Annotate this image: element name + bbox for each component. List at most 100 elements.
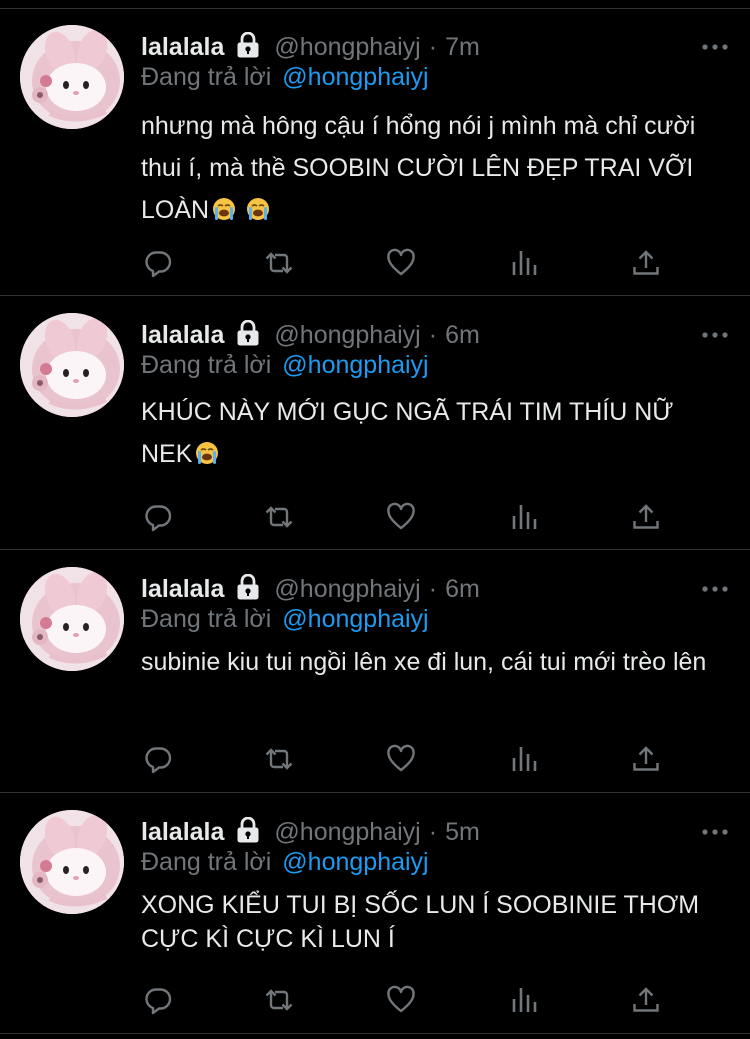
tweet[interactable]: lalalala @hongphaiyj · 6m Đang trả lời @… <box>0 297 750 550</box>
tweet[interactable]: lalalala @hongphaiyj · 6m Đang trả lời @… <box>0 551 750 793</box>
retweet-icon <box>264 985 294 1015</box>
avatar[interactable] <box>20 810 124 914</box>
display-name[interactable]: lalalala <box>141 575 224 604</box>
views-button[interactable] <box>506 245 542 281</box>
retweet-button[interactable] <box>261 741 297 777</box>
share-button[interactable] <box>628 741 664 777</box>
separator: · <box>428 574 438 603</box>
retweet-button[interactable] <box>261 499 297 535</box>
separator: · <box>428 817 438 846</box>
share-icon <box>631 502 661 532</box>
loudly-crying-face-icon <box>195 441 219 465</box>
display-name[interactable]: lalalala <box>141 33 224 62</box>
replying-to: Đang trả lời @hongphaiyj <box>141 351 429 380</box>
like-button[interactable] <box>383 982 419 1018</box>
tweet-header: lalalala @hongphaiyj · 7m <box>141 27 730 67</box>
retweet-icon <box>264 744 294 774</box>
tweet-text-content: XONG KIỂU TUI BỊ SỐC LUN Í SOOBINIE THƠM… <box>141 891 700 953</box>
timestamp[interactable]: 6m <box>445 575 480 604</box>
tweet-actions <box>141 982 671 1018</box>
avatar[interactable] <box>20 313 124 417</box>
heart-icon <box>386 248 416 278</box>
avatar[interactable] <box>20 567 124 671</box>
share-button[interactable] <box>628 245 664 281</box>
replying-to-label: Đang trả lời <box>141 63 272 91</box>
views-button[interactable] <box>506 982 542 1018</box>
lock-icon <box>236 574 260 600</box>
share-button[interactable] <box>628 499 664 535</box>
more-dots-icon[interactable] <box>700 325 730 345</box>
separator: · <box>428 32 438 61</box>
timestamp[interactable]: 5m <box>445 818 480 847</box>
like-button[interactable] <box>383 245 419 281</box>
user-handle[interactable]: @hongphaiyj <box>274 818 420 847</box>
share-icon <box>631 985 661 1015</box>
heart-icon <box>386 502 416 532</box>
replying-to: Đang trả lời @hongphaiyj <box>141 848 429 877</box>
views-chart-icon <box>509 248 539 278</box>
display-name[interactable]: lalalala <box>141 818 224 847</box>
tweet[interactable]: lalalala @hongphaiyj · 7m Đang trả lời @… <box>0 9 750 296</box>
lock-icon <box>236 320 260 346</box>
replying-to-handle[interactable]: @hongphaiyj <box>282 63 428 91</box>
more-dots-icon[interactable] <box>700 822 730 842</box>
retweet-button[interactable] <box>261 245 297 281</box>
tweet-header: lalalala @hongphaiyj · 6m <box>141 569 730 609</box>
display-name[interactable]: lalalala <box>141 321 224 350</box>
like-button[interactable] <box>383 741 419 777</box>
timeline: lalalala @hongphaiyj · 7m Đang trả lời @… <box>0 0 750 1039</box>
user-handle[interactable]: @hongphaiyj <box>274 321 420 350</box>
tweet-actions <box>141 741 671 777</box>
reply-button[interactable] <box>140 245 176 281</box>
replying-to-handle[interactable]: @hongphaiyj <box>282 848 428 876</box>
avatar[interactable] <box>20 25 124 129</box>
heart-icon <box>386 744 416 774</box>
tweet-actions <box>141 245 671 281</box>
reply-button[interactable] <box>140 982 176 1018</box>
replying-to-handle[interactable]: @hongphaiyj <box>282 351 428 379</box>
lock-icon <box>236 32 260 58</box>
retweet-icon <box>264 248 294 278</box>
lock-icon <box>236 817 260 843</box>
user-handle[interactable]: @hongphaiyj <box>274 575 420 604</box>
heart-icon <box>386 985 416 1015</box>
tweet-text: KHÚC NÀY MỚI GỤC NGÃ TRÁI TIM THÍU NỮ NE… <box>141 391 724 475</box>
tweet[interactable]: lalalala @hongphaiyj · 5m Đang trả lời @… <box>0 794 750 1034</box>
timestamp[interactable]: 7m <box>445 33 480 62</box>
tweet-text-content: KHÚC NÀY MỚI GỤC NGÃ TRÁI TIM THÍU NỮ NE… <box>141 398 674 468</box>
more-dots-icon[interactable] <box>700 579 730 599</box>
reply-button[interactable] <box>140 741 176 777</box>
replying-to: Đang trả lời @hongphaiyj <box>141 605 429 634</box>
reply-button[interactable] <box>140 499 176 535</box>
views-button[interactable] <box>506 741 542 777</box>
retweet-icon <box>264 502 294 532</box>
replying-to-label: Đang trả lời <box>141 848 272 876</box>
like-button[interactable] <box>383 499 419 535</box>
tweet-text-content: subinie kiu tui ngồi lên xe đi lun, cái … <box>141 648 707 676</box>
tweet-text: subinie kiu tui ngồi lên xe đi lun, cái … <box>141 645 724 679</box>
views-chart-icon <box>509 985 539 1015</box>
reply-icon <box>143 744 173 774</box>
more-dots-icon[interactable] <box>700 37 730 57</box>
retweet-button[interactable] <box>261 982 297 1018</box>
tweet-text: XONG KIỂU TUI BỊ SỐC LUN Í SOOBINIE THƠM… <box>141 888 724 956</box>
tweet-text: nhưng mà hông cậu í hổng nói j mình mà c… <box>141 105 724 231</box>
share-icon <box>631 248 661 278</box>
reply-icon <box>143 248 173 278</box>
reply-icon <box>143 502 173 532</box>
timestamp[interactable]: 6m <box>445 321 480 350</box>
replying-to-label: Đang trả lời <box>141 605 272 633</box>
share-icon <box>631 744 661 774</box>
loudly-crying-face-icon <box>246 197 270 221</box>
views-chart-icon <box>509 744 539 774</box>
replying-to: Đang trả lời @hongphaiyj <box>141 63 429 92</box>
views-chart-icon <box>509 502 539 532</box>
replying-to-label: Đang trả lời <box>141 351 272 379</box>
views-button[interactable] <box>506 499 542 535</box>
separator: · <box>428 320 438 349</box>
share-button[interactable] <box>628 982 664 1018</box>
tweet-header: lalalala @hongphaiyj · 5m <box>141 812 730 852</box>
reply-icon <box>143 985 173 1015</box>
replying-to-handle[interactable]: @hongphaiyj <box>282 605 428 633</box>
user-handle[interactable]: @hongphaiyj <box>274 33 420 62</box>
